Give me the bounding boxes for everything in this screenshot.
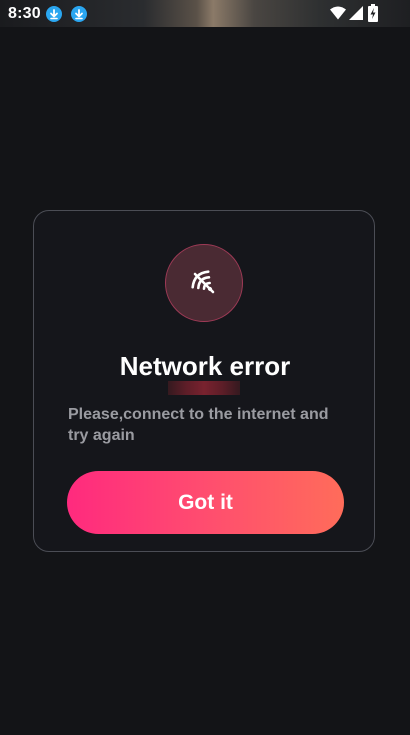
- dialog-title: Network error: [119, 351, 291, 381]
- dialog-message: Please,connect to the internet and try a…: [68, 406, 329, 444]
- got-it-button[interactable]: Got it: [67, 471, 344, 534]
- download-icon: [71, 6, 87, 22]
- status-time: 8:30: [8, 5, 41, 22]
- network-error-dialog: Network error Please,connect to the inte…: [33, 210, 375, 552]
- error-badge: [165, 244, 243, 322]
- redaction-mark: [168, 381, 240, 395]
- battery-charging-icon: [368, 4, 378, 22]
- cellular-signal-icon: [349, 6, 363, 20]
- wifi-icon: [330, 6, 346, 20]
- status-bar: 8:30: [0, 0, 410, 27]
- wifi-off-icon: [191, 270, 215, 294]
- download-icon: [46, 6, 62, 22]
